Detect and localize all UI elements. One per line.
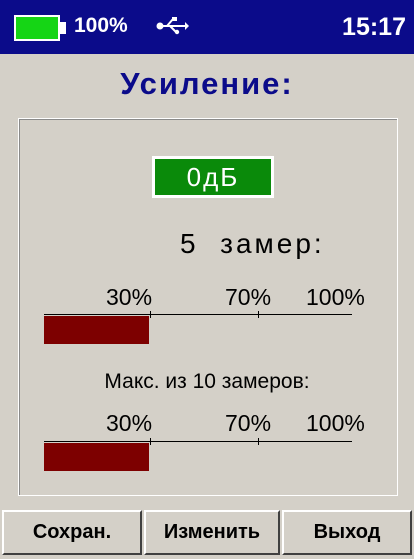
max-scale-70: 70%	[225, 410, 272, 436]
usb-icon	[156, 17, 189, 35]
current-measure-label: 5 замер:	[180, 228, 325, 259]
page-title: Усиление:	[120, 66, 294, 101]
max-scale-100: 100%	[306, 410, 365, 436]
max-level-bar	[44, 443, 352, 471]
current-scale-70: 70%	[225, 284, 272, 310]
current-scale-30: 30%	[106, 284, 153, 310]
current-level-bar	[44, 316, 352, 344]
battery-icon	[14, 15, 60, 41]
max-measure-label: Макс. из 10 замеров:	[104, 370, 310, 393]
battery-tip	[60, 22, 66, 34]
max-scale-line	[44, 441, 352, 442]
max-level-fill	[44, 443, 149, 471]
status-bar: 100% 15:17	[0, 0, 414, 54]
clock: 15:17	[342, 13, 406, 41]
current-scale-line	[44, 314, 352, 315]
device-screen: 100% 15:17 Усиление: 0дБ 5 замер: 30% 70…	[0, 0, 414, 559]
max-scale-30: 30%	[106, 410, 153, 436]
battery-percent: 100%	[74, 14, 128, 37]
change-button[interactable]: Изменить	[144, 510, 280, 555]
exit-button[interactable]: Выход	[282, 510, 412, 555]
save-button[interactable]: Сохран.	[2, 510, 142, 555]
gain-value[interactable]: 0дБ	[152, 156, 274, 198]
current-scale-100: 100%	[306, 284, 365, 310]
current-level-fill	[44, 316, 149, 344]
